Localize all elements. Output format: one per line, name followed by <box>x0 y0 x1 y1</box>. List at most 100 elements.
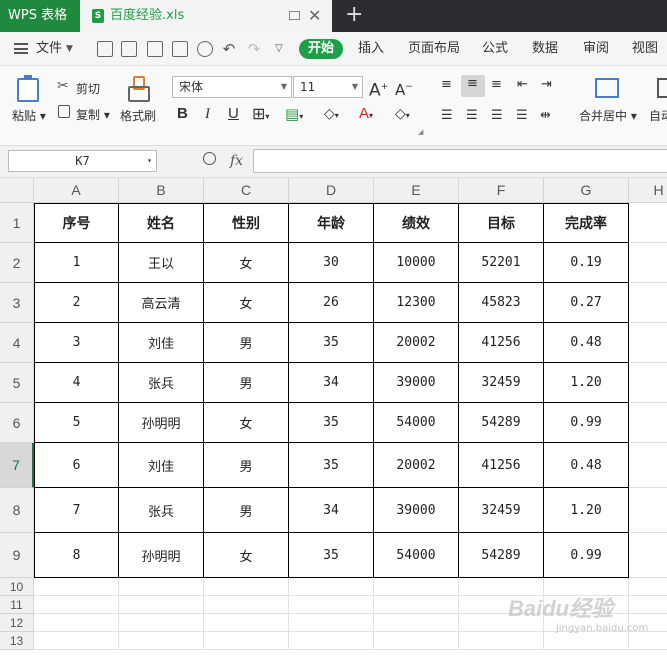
table-header-cell[interactable]: 姓名 <box>119 203 204 243</box>
table-cell[interactable]: 张兵 <box>119 363 204 403</box>
row-header[interactable]: 1 <box>0 203 34 243</box>
table-cell[interactable]: 王以 <box>119 243 204 283</box>
row-header[interactable]: 8 <box>0 488 34 533</box>
table-cell[interactable]: 刘佳 <box>119 443 204 488</box>
wrap-text-button[interactable]: 自动 <box>649 107 667 124</box>
table-cell[interactable]: 5 <box>34 403 119 443</box>
cut-button[interactable]: 剪切 <box>76 80 100 97</box>
underline-icon[interactable]: U <box>228 104 239 124</box>
row-header[interactable]: 5 <box>0 363 34 403</box>
row-header[interactable]: 3 <box>0 283 34 323</box>
column-header[interactable]: D <box>289 178 374 203</box>
merge-center-icon[interactable] <box>595 78 619 98</box>
paste-icon[interactable] <box>17 75 39 102</box>
table-cell[interactable]: 3 <box>34 323 119 363</box>
bold-icon[interactable]: B <box>177 104 188 124</box>
align-left-icon[interactable]: ☰ <box>441 106 453 126</box>
copy-icon[interactable] <box>58 105 70 118</box>
empty-cell[interactable] <box>629 243 667 283</box>
customize-quick-access-icon[interactable]: ▽ <box>271 41 287 57</box>
table-cell[interactable]: 54000 <box>374 533 459 578</box>
empty-cell[interactable] <box>629 443 667 488</box>
empty-cell[interactable] <box>119 632 204 650</box>
table-cell[interactable]: 54289 <box>459 403 544 443</box>
empty-cell[interactable] <box>374 614 459 632</box>
empty-cell[interactable] <box>459 632 544 650</box>
file-menu[interactable]: 文件 <box>36 32 62 66</box>
table-header-cell[interactable]: 年龄 <box>289 203 374 243</box>
row-header[interactable]: 10 <box>0 578 34 596</box>
table-cell[interactable]: 35 <box>289 533 374 578</box>
empty-cell[interactable] <box>289 632 374 650</box>
empty-cell[interactable] <box>629 283 667 323</box>
row-header[interactable]: 11 <box>0 596 34 614</box>
tab-view[interactable]: 视图 <box>632 32 658 66</box>
print-icon[interactable] <box>172 41 188 57</box>
new-tab-icon[interactable]: + <box>345 2 363 28</box>
column-header[interactable]: C <box>204 178 289 203</box>
justify-icon[interactable]: ☰ <box>516 106 528 126</box>
tab-home[interactable]: 开始 <box>299 39 343 59</box>
formula-input[interactable] <box>253 149 667 173</box>
empty-cell[interactable] <box>289 596 374 614</box>
table-header-cell[interactable]: 性别 <box>204 203 289 243</box>
empty-cell[interactable] <box>289 578 374 596</box>
align-right-icon[interactable]: ☰ <box>491 106 503 126</box>
table-cell[interactable]: 35 <box>289 323 374 363</box>
table-cell[interactable]: 1 <box>34 243 119 283</box>
table-cell[interactable]: 41256 <box>459 323 544 363</box>
name-box[interactable]: K7 ▾ <box>8 150 157 172</box>
table-header-cell[interactable]: 目标 <box>459 203 544 243</box>
borders-icon[interactable]: ⊞▾ <box>252 104 269 127</box>
table-cell[interactable]: 0.48 <box>544 443 629 488</box>
empty-cell[interactable] <box>34 632 119 650</box>
row-header[interactable]: 13 <box>0 632 34 650</box>
scissors-icon[interactable]: ✂ <box>57 78 69 94</box>
empty-cell[interactable] <box>629 203 667 243</box>
table-cell[interactable]: 20002 <box>374 323 459 363</box>
align-bottom-icon[interactable]: ≡ <box>491 75 502 95</box>
empty-cell[interactable] <box>374 632 459 650</box>
table-cell[interactable]: 20002 <box>374 443 459 488</box>
column-header[interactable]: E <box>374 178 459 203</box>
paste-button[interactable]: 粘贴 ▾ <box>12 107 46 124</box>
align-center-icon[interactable]: ☰ <box>466 106 478 126</box>
table-cell[interactable]: 6 <box>34 443 119 488</box>
table-cell[interactable]: 32459 <box>459 488 544 533</box>
table-cell[interactable]: 0.99 <box>544 533 629 578</box>
app-tab[interactable]: WPS 表格 <box>0 0 80 32</box>
table-cell[interactable]: 0.19 <box>544 243 629 283</box>
empty-cell[interactable] <box>204 596 289 614</box>
column-header[interactable]: B <box>119 178 204 203</box>
table-cell[interactable]: 0.48 <box>544 323 629 363</box>
fx-icon[interactable]: fx <box>230 146 243 176</box>
tab-insert[interactable]: 插入 <box>358 32 384 66</box>
empty-cell[interactable] <box>204 578 289 596</box>
spreadsheet-grid[interactable]: ABCDEFGH 1 2 3 4 5 6 7 8 9 10 11 12 13 序号 姓名 性别 年龄 绩效 目标完… <box>0 178 667 655</box>
table-cell[interactable]: 张兵 <box>119 488 204 533</box>
font-color-icon[interactable]: A▾ <box>359 104 373 126</box>
decrease-font-icon[interactable]: A− <box>395 77 413 100</box>
table-cell[interactable]: 41256 <box>459 443 544 488</box>
empty-cell[interactable] <box>544 632 629 650</box>
empty-cell[interactable] <box>629 323 667 363</box>
font-size-select[interactable]: 11 ▼ <box>293 76 363 98</box>
font-name-select[interactable]: 宋体 ▼ <box>172 76 292 98</box>
italic-icon[interactable]: I <box>205 104 210 124</box>
row-header[interactable]: 4 <box>0 323 34 363</box>
increase-font-icon[interactable]: A+ <box>369 77 388 101</box>
empty-cell[interactable] <box>204 614 289 632</box>
window-icon[interactable] <box>289 11 300 20</box>
table-header-cell[interactable]: 绩效 <box>374 203 459 243</box>
table-cell[interactable]: 34 <box>289 488 374 533</box>
redo-icon[interactable]: ↷ <box>246 41 262 57</box>
empty-cell[interactable] <box>629 596 667 614</box>
tab-review[interactable]: 审阅 <box>583 32 609 66</box>
table-cell[interactable]: 12300 <box>374 283 459 323</box>
tab-page-layout[interactable]: 页面布局 <box>408 32 460 66</box>
row-header[interactable]: 9 <box>0 533 34 578</box>
table-cell[interactable]: 1.20 <box>544 488 629 533</box>
table-cell[interactable]: 刘佳 <box>119 323 204 363</box>
table-cell[interactable]: 孙明明 <box>119 533 204 578</box>
table-cell[interactable]: 39000 <box>374 488 459 533</box>
